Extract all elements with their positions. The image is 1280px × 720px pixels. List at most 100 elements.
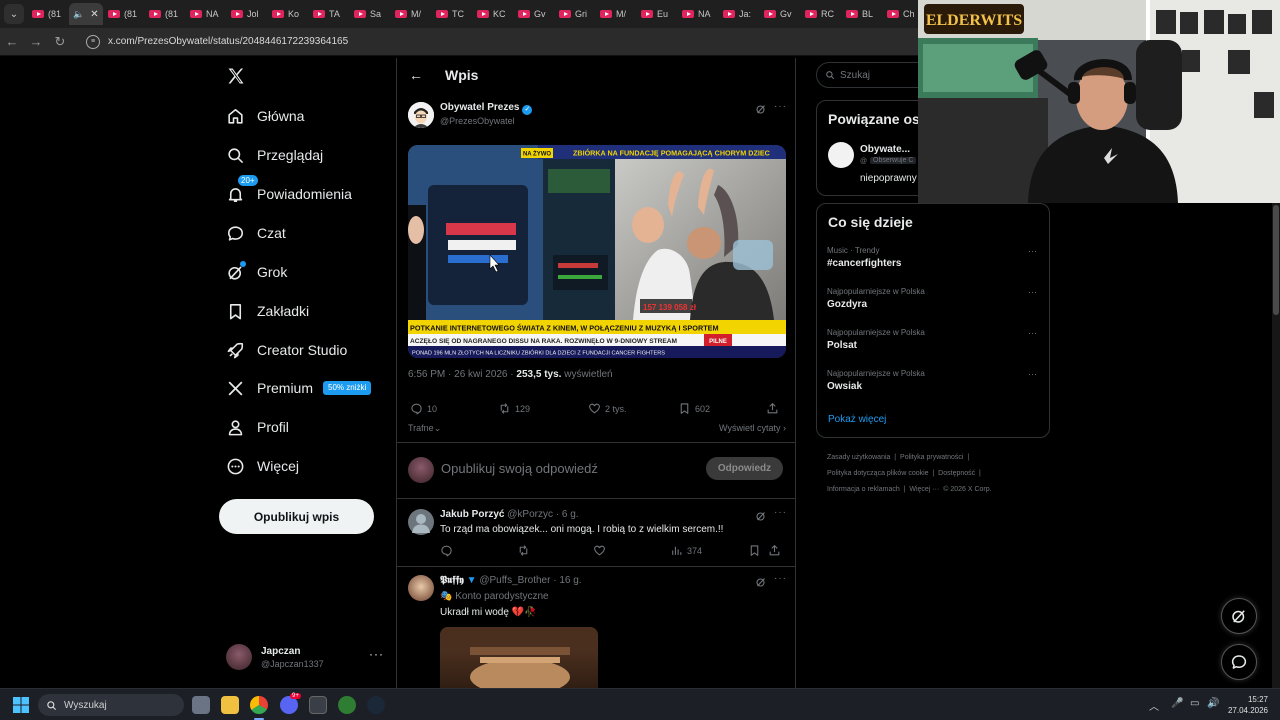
more-options-icon[interactable]: ··· xyxy=(774,573,787,584)
browser-tab[interactable]: M/ xyxy=(391,3,431,25)
page-scrollbar[interactable] xyxy=(1272,203,1280,688)
reply-button[interactable] xyxy=(440,544,457,557)
repost-button[interactable] xyxy=(517,544,534,557)
address-bar[interactable]: x.com/PrezesObywatel/status/204844617223… xyxy=(108,36,348,47)
taskbar-search[interactable]: Wyszukaj xyxy=(38,694,184,716)
browser-tab[interactable]: Eu xyxy=(637,3,677,25)
reply-author-name[interactable]: 𝕻𝖚𝖋𝖋𝖞 xyxy=(440,575,464,586)
browser-tab[interactable]: Jol xyxy=(227,3,267,25)
browser-tab[interactable]: (81 xyxy=(145,3,185,25)
browser-tab[interactable]: (81 xyxy=(28,3,68,25)
more-options-icon[interactable]: ··· xyxy=(1028,369,1037,379)
tray-chevron-icon[interactable]: ︿ xyxy=(1149,698,1159,713)
browser-tab[interactable]: Ko xyxy=(268,3,308,25)
back-arrow-icon[interactable]: ← xyxy=(409,67,433,83)
view-quotes-link[interactable]: Wyświetl cytaty › xyxy=(719,423,786,433)
avatar[interactable] xyxy=(408,509,434,535)
avatar[interactable] xyxy=(408,575,434,601)
author-name[interactable]: Obywatel Prezes ✓ xyxy=(440,102,533,115)
browser-tab[interactable]: Sa xyxy=(350,3,390,25)
reload-icon[interactable]: ↻ xyxy=(48,34,72,50)
post-media[interactable]: NA ŻYWO ZBIÓRKA NA FUNDACJĘ POMAGAJĄCĄ C… xyxy=(408,145,786,358)
footer-link[interactable]: Dostępność xyxy=(938,470,975,477)
share-button[interactable] xyxy=(766,402,783,415)
reply-author-handle[interactable]: @kPorzyc · 6 g. xyxy=(507,509,578,520)
nav-explore[interactable]: Przeglądaj xyxy=(226,142,323,168)
avatar[interactable] xyxy=(408,102,434,128)
trend-item[interactable]: Najpopularniejsze w Polska Owsiak ··· xyxy=(827,369,1037,392)
back-arrow-icon[interactable]: ← xyxy=(0,34,24,49)
grok-icon[interactable] xyxy=(755,576,767,588)
steam-icon[interactable] xyxy=(367,696,385,714)
monitor-icon[interactable]: ▭ xyxy=(1190,698,1199,709)
system-clock[interactable]: 15:27 27.04.2026 xyxy=(1228,694,1268,716)
windows-start-icon[interactable] xyxy=(13,697,29,713)
nav-bookmarks[interactable]: Zakładki xyxy=(226,298,309,324)
nav-creator-studio[interactable]: Creator Studio xyxy=(226,337,347,363)
grok-float-button[interactable] xyxy=(1221,598,1257,634)
tab-search-button[interactable]: ⌄ xyxy=(4,4,24,24)
nav-home[interactable]: Główna xyxy=(226,103,304,129)
footer-link[interactable]: Zasady użytkowania xyxy=(827,454,890,461)
grok-icon[interactable] xyxy=(755,103,767,115)
reply-input[interactable]: Opublikuj swoją odpowiedź xyxy=(441,461,598,476)
account-switcher[interactable]: Japczan @Japczan1337 ··· xyxy=(226,641,396,673)
browser-tab[interactable]: NA xyxy=(678,3,718,25)
more-options-icon[interactable]: ··· xyxy=(774,507,787,518)
close-icon[interactable]: ✕ xyxy=(90,9,98,20)
browser-tab[interactable]: TC xyxy=(432,3,472,25)
x-logo-icon[interactable] xyxy=(226,66,246,86)
footer-link[interactable]: Informacja o reklamach xyxy=(827,486,900,493)
share-button[interactable] xyxy=(768,544,785,557)
nav-more[interactable]: Więcej xyxy=(226,453,299,479)
show-more-link[interactable]: Pokaż więcej xyxy=(828,414,886,425)
related-account-name[interactable]: Obywate... xyxy=(860,144,910,155)
browser-tab[interactable]: BL xyxy=(842,3,882,25)
avatar[interactable] xyxy=(828,142,854,168)
xbox-icon[interactable] xyxy=(309,696,327,714)
trend-item[interactable]: Music · Trendy #cancerfighters ··· xyxy=(827,246,1037,269)
more-options-icon[interactable]: ··· xyxy=(1028,328,1037,338)
bookmark-button[interactable] xyxy=(748,544,765,557)
nav-chat[interactable]: Czat xyxy=(226,220,286,246)
browser-tab[interactable]: TA xyxy=(309,3,349,25)
footer-link[interactable]: Więcej ··· xyxy=(909,486,939,493)
post-time[interactable]: 6:56 PM · 26 kwi 2026 · xyxy=(408,369,516,380)
messages-float-button[interactable] xyxy=(1221,644,1257,680)
browser-tab[interactable]: M/ xyxy=(596,3,636,25)
browser-tab[interactable]: Ja: xyxy=(719,3,759,25)
more-icon[interactable]: ··· xyxy=(369,647,384,661)
reply-item[interactable]: 𝕻𝖚𝖋𝖋𝖞 ▼ @Puffs_Brother · 16 g. ··· 🎭 Kon… xyxy=(397,567,795,688)
browser-tab[interactable]: Gv xyxy=(760,3,800,25)
nav-premium[interactable]: Premium 50% zniżki xyxy=(226,375,372,401)
task-view-icon[interactable] xyxy=(192,696,210,714)
trend-item[interactable]: Najpopularniejsze w Polska Gozdyra ··· xyxy=(827,287,1037,310)
reply-button[interactable]: 10 xyxy=(410,402,437,415)
browser-tab[interactable]: Gv xyxy=(514,3,554,25)
trend-item[interactable]: Najpopularniejsze w Polska Polsat ··· xyxy=(827,328,1037,351)
author-handle[interactable]: @PrezesObywatel xyxy=(440,116,515,126)
nav-profile[interactable]: Profil xyxy=(226,414,289,440)
browser-tab[interactable]: Ch xyxy=(883,3,923,25)
browser-tab[interactable]: RC xyxy=(801,3,841,25)
browser-tab[interactable]: 🔈 ✕ xyxy=(69,3,103,25)
more-options-icon[interactable]: ··· xyxy=(1028,246,1037,256)
footer-link[interactable]: Polityka dotycząca plików cookie xyxy=(827,470,929,477)
chrome-icon[interactable] xyxy=(250,696,268,714)
views-button[interactable]: 374 xyxy=(670,544,702,557)
footer-link[interactable]: Polityka prywatności xyxy=(900,454,963,461)
browser-tab[interactable]: KC xyxy=(473,3,513,25)
like-button[interactable] xyxy=(593,544,610,557)
like-button[interactable]: 2 tys. xyxy=(588,402,627,415)
nav-grok[interactable]: Grok xyxy=(226,259,287,285)
more-options-icon[interactable]: ··· xyxy=(774,101,787,112)
reply-item[interactable]: Jakub Porzyć @kPorzyc · 6 g. ··· To rząd… xyxy=(397,499,795,567)
reply-media[interactable] xyxy=(440,627,598,688)
post-button[interactable]: Opublikuj wpis xyxy=(219,499,374,534)
more-options-icon[interactable]: ··· xyxy=(1028,287,1037,297)
forward-arrow-icon[interactable]: → xyxy=(24,34,48,49)
scrollbar-thumb[interactable] xyxy=(1273,205,1279,315)
site-info-icon[interactable]: ≡ xyxy=(86,34,100,49)
file-explorer-icon[interactable] xyxy=(221,696,239,714)
reply-author-name[interactable]: Jakub Porzyć xyxy=(440,509,504,520)
